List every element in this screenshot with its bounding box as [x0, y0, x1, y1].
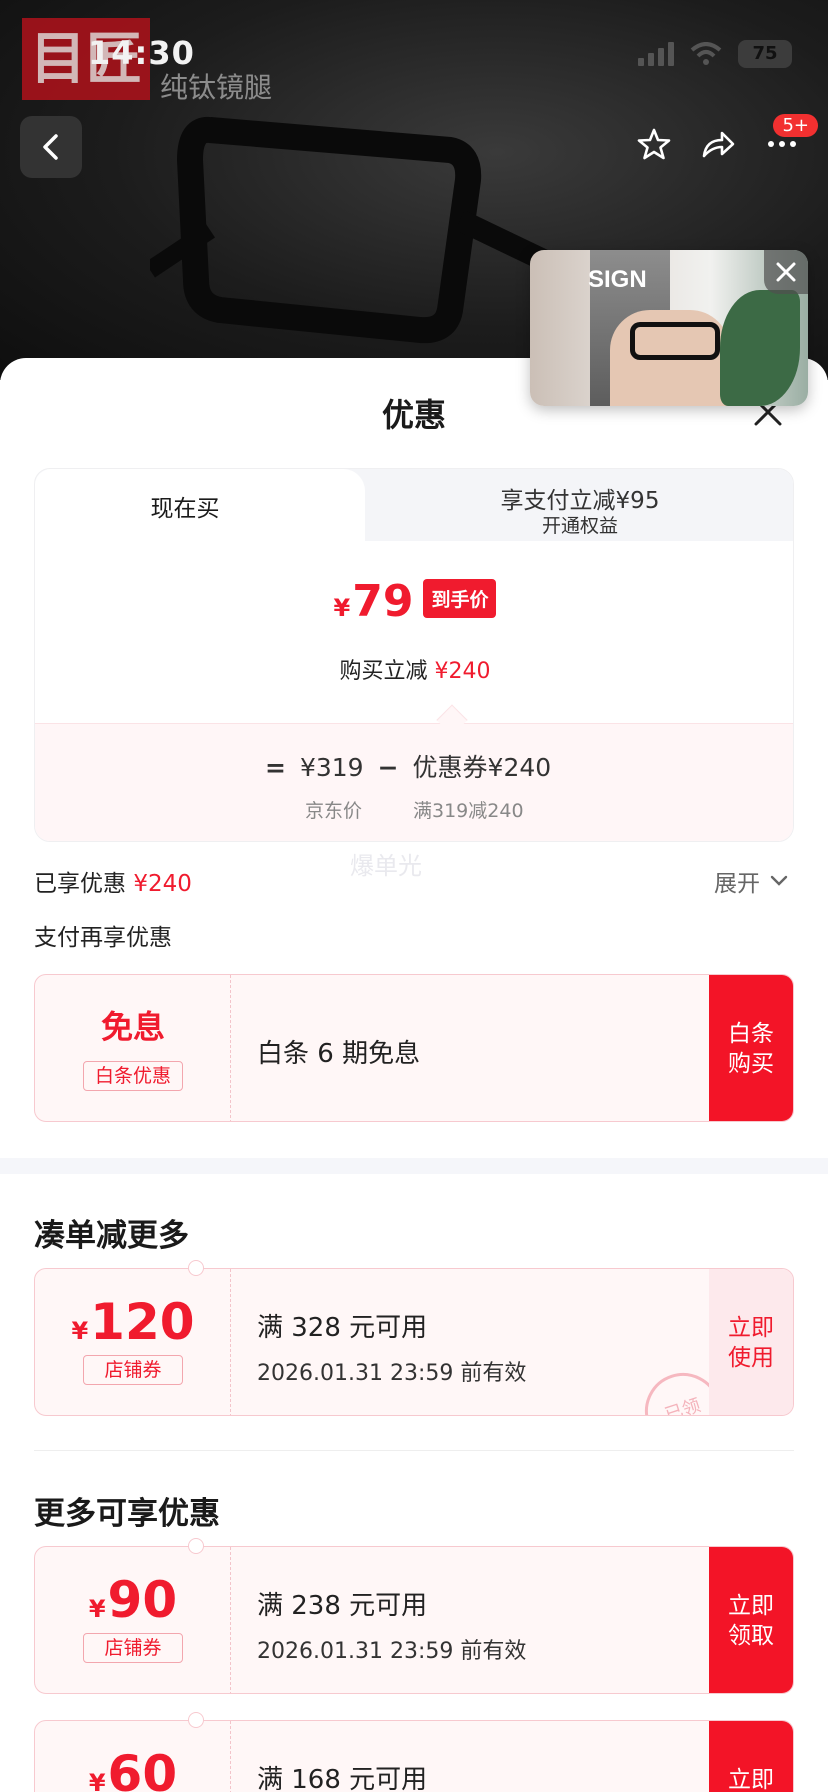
coupon-notch	[188, 1260, 204, 1276]
formula-main: = ¥319 − 优惠券¥240	[265, 753, 552, 782]
back-button[interactable]	[20, 116, 82, 178]
claim-now-button[interactable]: 立即领取	[709, 1721, 793, 1792]
store-coupon-used: ¥120 店铺券 满 328 元可用 2026.01.31 23:59 前有效 …	[34, 1268, 794, 1416]
close-icon	[776, 262, 796, 282]
status-icons: 75	[638, 40, 792, 68]
divider	[34, 1450, 794, 1451]
star-icon[interactable]	[636, 126, 672, 162]
coupon-validity: 2026.01.31 23:59 前有效	[257, 1361, 527, 1386]
coupon-caption: 满319减240	[413, 800, 524, 822]
coupon-left: 免息 白条优惠	[35, 975, 231, 1121]
price-card: 现在买 享支付立减¥95 开通权益 ¥79 到手价 购买立减 ¥240 = ¥3…	[34, 468, 794, 842]
final-price: ¥79 到手价	[35, 576, 793, 627]
cart-badge: 5+	[773, 114, 818, 137]
coupon-condition: 满 168 元可用	[257, 1765, 428, 1792]
floating-video[interactable]: SIGN	[530, 250, 808, 406]
discount-line: 购买立减 ¥240	[339, 659, 491, 684]
coupon-kind: 白条优惠	[83, 1061, 183, 1091]
coupon-notch	[188, 1538, 204, 1554]
coupon-label: 优惠券	[412, 753, 488, 782]
brand-subtitle: 纯钛镜腿	[160, 71, 273, 104]
coupon-amount: ¥90	[88, 1571, 178, 1629]
tab-pay-discount-sub: 开通权益	[541, 515, 618, 537]
coupon-headline: 免息	[100, 1008, 165, 1046]
battery-icon: 75	[738, 40, 792, 68]
price-formula: = ¥319 − 优惠券¥240 京东价 满319减240	[35, 723, 793, 841]
expand-button[interactable]: 展开	[714, 864, 788, 898]
tab-buy-now[interactable]: 现在买	[35, 469, 365, 543]
coupon-left: ¥60 店铺券	[35, 1721, 231, 1792]
tab-pay-discount[interactable]: 享支付立减¥95	[365, 481, 793, 515]
coupon-amount: ¥60	[88, 1745, 178, 1792]
use-now-button[interactable]: 立即使用	[709, 1269, 793, 1415]
baitiao-coupon: 免息 白条优惠 白条 6 期免息 白条购买	[34, 974, 794, 1122]
coupon-amount: ¥120	[71, 1293, 195, 1351]
video-close-button[interactable]	[764, 250, 808, 294]
store-coupon: ¥90 店铺券 满 238 元可用 2026.01.31 23:59 前有效 立…	[34, 1546, 794, 1694]
wifi-icon	[690, 42, 722, 65]
coupon-condition: 满 238 元可用	[257, 1591, 428, 1621]
coupon-condition: 满 328 元可用	[257, 1313, 428, 1343]
status-time: 14:30	[88, 34, 195, 72]
video-plant	[720, 290, 800, 406]
final-price-value: ¥79	[333, 576, 414, 627]
share-icon[interactable]	[700, 126, 736, 162]
video-poster-text: SIGN	[588, 266, 647, 293]
final-price-tag: 到手价	[423, 579, 497, 618]
store-coupon: ¥60 店铺券 满 168 元可用 立即领取	[34, 1720, 794, 1792]
tab-buy-now-label: 现在买	[150, 496, 220, 522]
coupon-notch	[188, 1712, 204, 1728]
coupon-kind: 店铺券	[83, 1355, 183, 1385]
coupon-left: ¥90 店铺券	[35, 1547, 231, 1693]
coupon-kind: 店铺券	[83, 1633, 183, 1663]
section-title-more: 凑单减更多	[34, 1218, 189, 1254]
watermark: 爆单光	[350, 852, 422, 880]
pay-more-title: 支付再享优惠	[34, 925, 172, 951]
baitiao-buy-button[interactable]: 白条购买	[709, 975, 793, 1121]
section-divider	[0, 1158, 828, 1174]
claim-now-button[interactable]: 立即领取	[709, 1547, 793, 1693]
promotion-sheet: 优惠 现在买 享支付立减¥95 开通权益 ¥79 到手价 购买立减 ¥240 =…	[0, 358, 828, 1792]
base-price: ¥319	[299, 753, 364, 782]
coupon-desc: 白条 6 期免息	[257, 1039, 421, 1069]
video-glasses	[630, 322, 720, 360]
coupon-left: ¥120 店铺券	[35, 1269, 231, 1415]
signal-icon	[638, 42, 674, 66]
chevron-down-icon	[770, 875, 788, 886]
coupon-value: ¥240	[487, 753, 552, 782]
enjoyed-discount: 已享优惠 ¥240	[34, 871, 192, 897]
coupon-validity: 2026.01.31 23:59 前有效	[257, 1639, 527, 1664]
section-title-available: 更多可享优惠	[34, 1496, 220, 1532]
back-icon	[43, 134, 58, 160]
base-price-caption: 京东价	[305, 800, 363, 822]
